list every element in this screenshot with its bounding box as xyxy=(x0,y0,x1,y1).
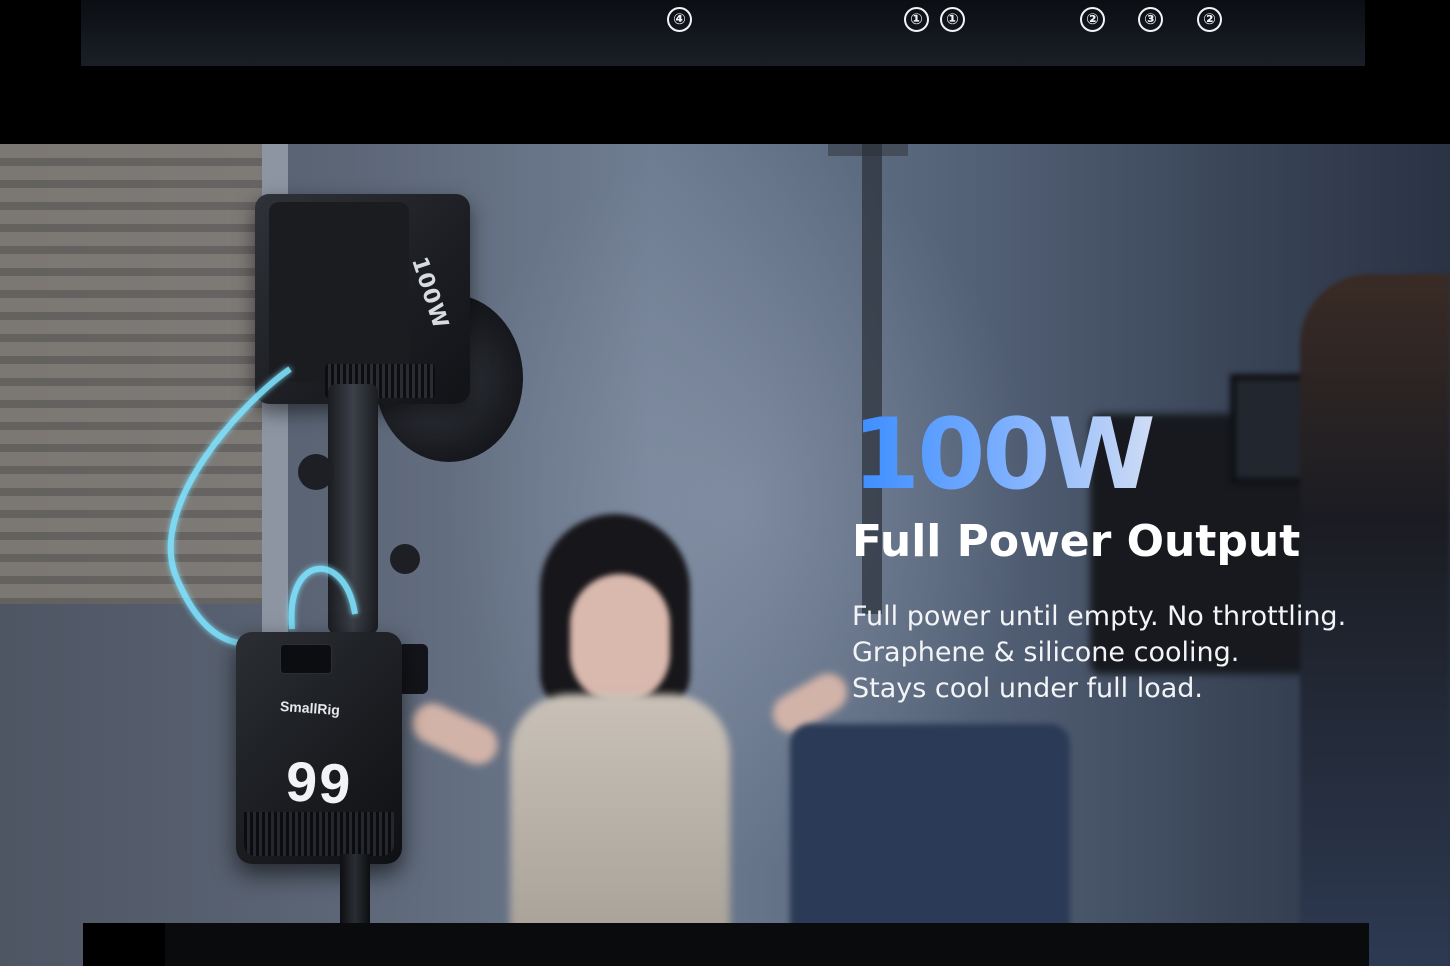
feature-line-3: Stays cool under full load. xyxy=(852,673,1204,704)
marker-2b: ② xyxy=(1197,7,1222,32)
marker-3: ③ xyxy=(1138,7,1163,32)
top-spec-strip: ④ ① ① ② ③ ② xyxy=(81,0,1365,66)
v-mount-battery: SmallRig 99 xyxy=(236,632,402,864)
bottom-strip-notch xyxy=(83,923,165,966)
battery-display xyxy=(280,644,332,674)
page: ④ ① ① ② ③ ② 100W SmallRig 99 100W Full P… xyxy=(0,0,1450,966)
headline-power: 100W xyxy=(852,398,1156,512)
battery-brand-logo: SmallRig xyxy=(279,697,341,719)
bottom-strip xyxy=(83,923,1369,966)
long-cable xyxy=(167,366,292,647)
subheadline: Full Power Output xyxy=(852,516,1301,567)
battery-capacity-number: 99 xyxy=(284,749,354,816)
battery-grip xyxy=(244,812,394,856)
marker-4: ④ xyxy=(667,7,692,32)
battery-clamp xyxy=(398,644,428,694)
marker-1b: ① xyxy=(940,7,965,32)
feature-line-1: Full power until empty. No throttling. xyxy=(852,601,1347,632)
marker-2a: ② xyxy=(1080,7,1105,32)
hero-banner: 100W SmallRig 99 100W Full Power Output xyxy=(0,144,1450,966)
short-cable xyxy=(288,565,358,630)
feature-description: Full power until empty. No throttling. G… xyxy=(852,599,1346,707)
feature-line-2: Graphene & silicone cooling. xyxy=(852,637,1240,668)
marker-1a: ① xyxy=(904,7,929,32)
